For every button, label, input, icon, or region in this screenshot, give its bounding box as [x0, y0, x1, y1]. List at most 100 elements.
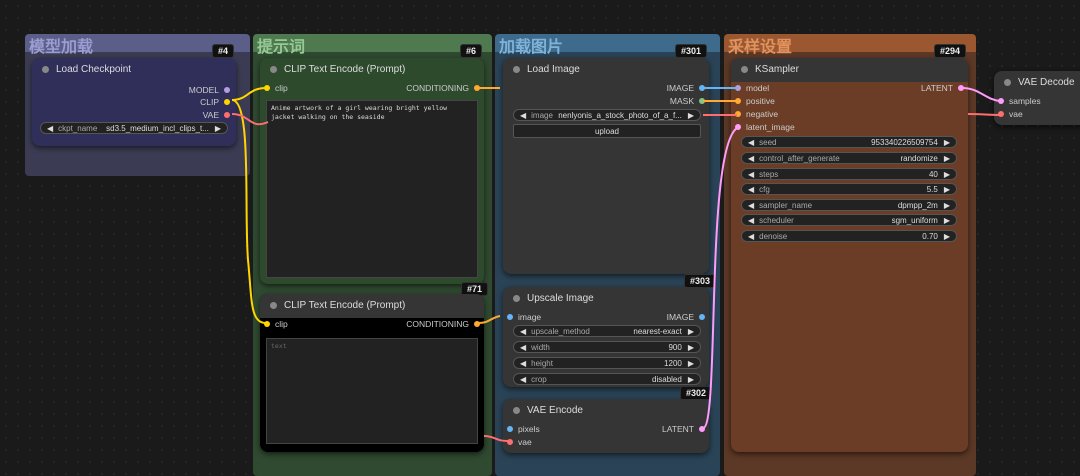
node-clip-text-encode-negative[interactable]: CLIP Text Encode (Prompt) clip CONDITION…	[260, 294, 484, 452]
latent-socket-icon[interactable]	[735, 124, 741, 130]
arrow-right-icon[interactable]: ▶	[944, 201, 950, 210]
node-header[interactable]: Upscale Image	[503, 287, 709, 311]
collapse-dot-icon[interactable]	[42, 66, 49, 73]
height-number[interactable]: ◀ height 1200 ▶	[513, 357, 701, 369]
seed-number[interactable]: ◀ seed 953340226509754 ▶	[741, 136, 957, 148]
conditioning-socket-icon[interactable]	[474, 321, 480, 327]
image-socket-icon[interactable]	[699, 314, 705, 320]
input-negative[interactable]: negative	[735, 108, 778, 120]
node-vae-decode[interactable]: VAE Decode samples vae	[994, 71, 1080, 125]
node-clip-text-encode-positive[interactable]: CLIP Text Encode (Prompt) #6 clip CONDIT…	[260, 44, 484, 284]
collapse-dot-icon[interactable]	[270, 302, 277, 309]
latent-socket-icon[interactable]	[998, 98, 1004, 104]
arrow-left-icon[interactable]: ◀	[520, 327, 526, 336]
input-positive[interactable]: positive	[735, 95, 775, 107]
arrow-right-icon[interactable]: ▶	[944, 138, 950, 147]
node-vae-encode[interactable]: VAE Encode pixels vae LATENT	[503, 399, 709, 453]
arrow-right-icon[interactable]: ▶	[688, 375, 694, 384]
sampler-name-combo[interactable]: ◀ sampler_name dpmpp_2m ▶	[741, 199, 957, 211]
vae-socket-icon[interactable]	[998, 111, 1004, 117]
node-header[interactable]: VAE Encode	[503, 399, 709, 423]
output-clip[interactable]: CLIP	[200, 96, 230, 108]
upload-button[interactable]: upload	[513, 124, 701, 138]
node-header[interactable]: Load Checkpoint	[32, 58, 236, 82]
steps-number[interactable]: ◀ steps 40 ▶	[741, 168, 957, 180]
input-latent-image[interactable]: latent_image	[735, 121, 795, 133]
input-clip[interactable]: clip	[264, 82, 288, 94]
arrow-right-icon[interactable]: ▶	[215, 124, 221, 133]
arrow-right-icon[interactable]: ▶	[944, 232, 950, 241]
node-upscale-image[interactable]: Upscale Image image IMAGE ◀ upscale_metho…	[503, 287, 709, 387]
input-model[interactable]: model	[735, 82, 769, 94]
collapse-dot-icon[interactable]	[741, 66, 748, 73]
conditioning-socket-icon[interactable]	[474, 85, 480, 91]
output-image[interactable]: IMAGE	[667, 311, 705, 323]
arrow-right-icon[interactable]: ▶	[688, 343, 694, 352]
output-latent[interactable]: LATENT	[662, 423, 705, 435]
arrow-right-icon[interactable]: ▶	[944, 154, 950, 163]
arrow-left-icon[interactable]: ◀	[748, 201, 754, 210]
arrow-right-icon[interactable]: ▶	[944, 185, 950, 194]
image-socket-icon[interactable]	[507, 314, 513, 320]
cfg-number[interactable]: ◀ cfg 5.5 ▶	[741, 183, 957, 195]
node-header[interactable]: CLIP Text Encode (Prompt)	[260, 58, 484, 82]
output-conditioning[interactable]: CONDITIONING	[406, 82, 480, 94]
arrow-left-icon[interactable]: ◀	[520, 359, 526, 368]
latent-socket-icon[interactable]	[699, 426, 705, 432]
prompt-textarea[interactable]: text	[266, 338, 478, 444]
output-latent[interactable]: LATENT	[921, 82, 964, 94]
arrow-left-icon[interactable]: ◀	[520, 111, 526, 120]
arrow-left-icon[interactable]: ◀	[748, 138, 754, 147]
arrow-left-icon[interactable]: ◀	[520, 343, 526, 352]
upscale-method-combo[interactable]: ◀ upscale_method nearest-exact ▶	[513, 325, 701, 337]
collapse-dot-icon[interactable]	[513, 407, 520, 414]
arrow-left-icon[interactable]: ◀	[47, 124, 53, 133]
arrow-left-icon[interactable]: ◀	[748, 216, 754, 225]
vae-socket-icon[interactable]	[507, 439, 513, 445]
arrow-right-icon[interactable]: ▶	[688, 359, 694, 368]
model-socket-icon[interactable]	[735, 85, 741, 91]
image-combo[interactable]: ◀ image nenlyonis_a_stock_photo_of_a_f... ▶	[513, 109, 701, 121]
vae-socket-icon[interactable]	[224, 112, 230, 118]
output-conditioning[interactable]: CONDITIONING	[406, 318, 480, 330]
node-header[interactable]: VAE Decode	[994, 71, 1080, 95]
arrow-left-icon[interactable]: ◀	[748, 232, 754, 241]
arrow-left-icon[interactable]: ◀	[520, 375, 526, 384]
collapse-dot-icon[interactable]	[513, 66, 520, 73]
arrow-right-icon[interactable]: ▶	[688, 111, 694, 120]
collapse-dot-icon[interactable]	[1004, 79, 1011, 86]
image-socket-icon[interactable]	[699, 85, 705, 91]
node-header[interactable]: KSampler	[731, 58, 968, 82]
node-ksampler[interactable]: KSampler #294 model positive negative la…	[731, 44, 968, 452]
conditioning-socket-icon[interactable]	[735, 98, 741, 104]
node-load-image[interactable]: Load Image #301 IMAGE MASK ◀ image nenlyon…	[503, 44, 709, 274]
width-number[interactable]: ◀ width 900 ▶	[513, 341, 701, 353]
input-clip[interactable]: clip	[264, 318, 288, 330]
clip-socket-icon[interactable]	[224, 99, 230, 105]
latent-socket-icon[interactable]	[958, 85, 964, 91]
mask-socket-icon[interactable]	[699, 98, 705, 104]
arrow-left-icon[interactable]: ◀	[748, 154, 754, 163]
input-image[interactable]: image	[507, 311, 541, 323]
collapse-dot-icon[interactable]	[270, 66, 277, 73]
node-header[interactable]: CLIP Text Encode (Prompt)	[260, 294, 484, 318]
prompt-textarea[interactable]: Anime artwork of a girl wearing bright y…	[266, 100, 478, 278]
output-image[interactable]: IMAGE	[667, 82, 705, 94]
collapse-dot-icon[interactable]	[513, 295, 520, 302]
node-load-checkpoint[interactable]: Load Checkpoint #4 MODEL CLIP VAE ◀ ckpt_…	[32, 44, 236, 146]
output-vae[interactable]: VAE	[203, 109, 230, 121]
input-vae[interactable]: vae	[998, 108, 1023, 120]
clip-socket-icon[interactable]	[264, 321, 270, 327]
input-pixels[interactable]: pixels	[507, 423, 540, 435]
arrow-left-icon[interactable]: ◀	[748, 185, 754, 194]
scheduler-combo[interactable]: ◀ scheduler sgm_uniform ▶	[741, 214, 957, 226]
ckpt-name-combo[interactable]: ◀ ckpt_name sd3.5_medium_incl_clips_t... ▶	[40, 122, 228, 134]
input-samples[interactable]: samples	[998, 95, 1041, 107]
output-model[interactable]: MODEL	[189, 84, 230, 96]
clip-socket-icon[interactable]	[264, 85, 270, 91]
arrow-right-icon[interactable]: ▶	[688, 327, 694, 336]
arrow-right-icon[interactable]: ▶	[944, 170, 950, 179]
output-mask[interactable]: MASK	[670, 95, 705, 107]
conditioning-socket-icon[interactable]	[735, 111, 741, 117]
control-after-generate-combo[interactable]: ◀ control_after_generate randomize ▶	[741, 152, 957, 164]
